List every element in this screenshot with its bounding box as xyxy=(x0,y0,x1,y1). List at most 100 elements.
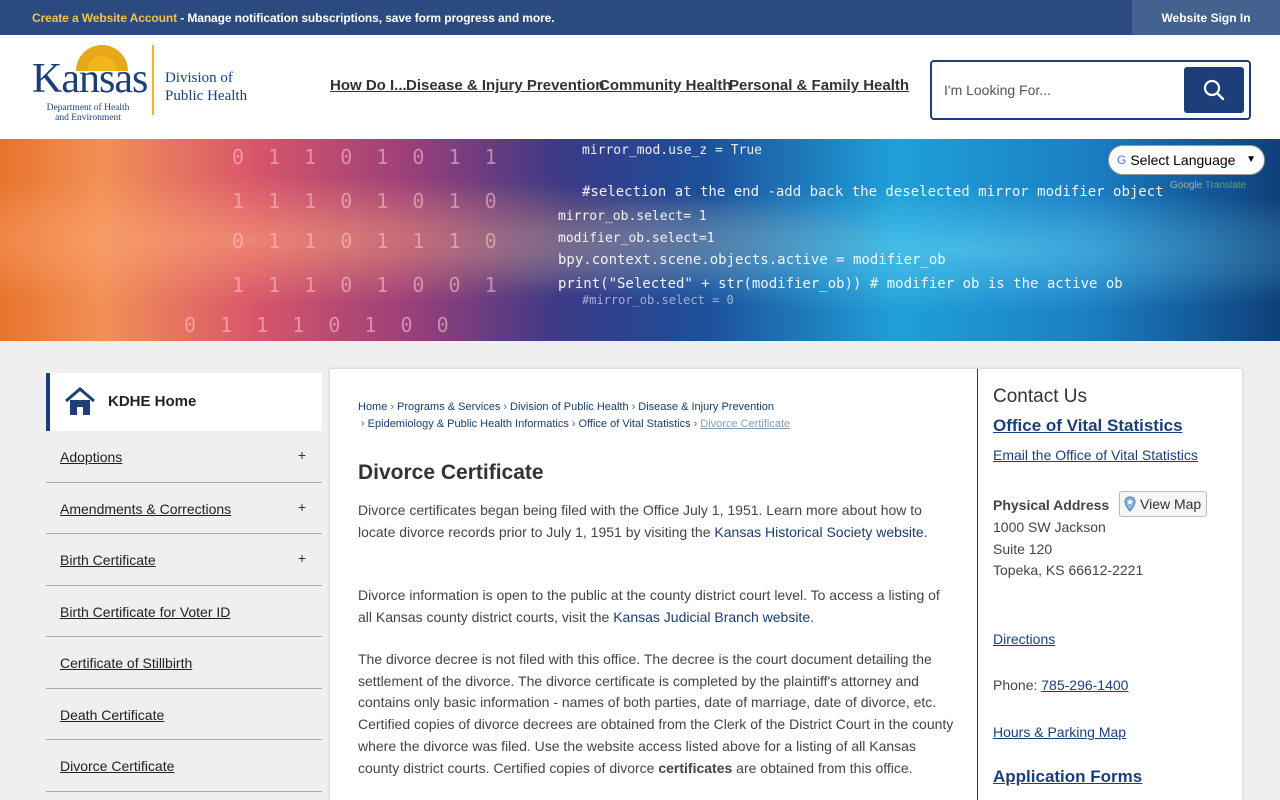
breadcrumb-home[interactable]: Home xyxy=(358,401,387,413)
breadcrumb-current: Divorce Certificate xyxy=(700,418,791,430)
paragraph-2-end: . xyxy=(810,608,814,625)
website-sign-in-button[interactable]: Website Sign In xyxy=(1132,0,1280,35)
physical-address-label: Physical Address xyxy=(993,497,1110,513)
sidebar-item-label: Birth Certificate for Voter ID xyxy=(60,603,231,620)
account-message-text: - Manage notification subscriptions, sav… xyxy=(176,11,555,25)
paragraph-3-end: are obtained from this office. xyxy=(732,759,913,776)
breadcrumb-disease[interactable]: Disease & Injury Prevention xyxy=(638,401,774,413)
search-button[interactable] xyxy=(1184,67,1244,113)
expand-icon[interactable]: + xyxy=(298,499,306,515)
create-account-link[interactable]: Create a Website Account xyxy=(32,11,177,25)
sidebar-item-label: Certificate of Stillbirth xyxy=(60,655,193,671)
banner-code-5: bpy.context.scene.objects.active = modif… xyxy=(558,252,946,268)
top-bar: Create a Website Account - Manage notifi… xyxy=(0,0,1280,35)
phone-row: Phone: 785-296-1400 xyxy=(993,677,1128,693)
banner-code-2: #selection at the end -add back the dese… xyxy=(582,184,1164,200)
banner-binary-5: 0 1 1 1 0 1 0 0 xyxy=(184,313,455,337)
breadcrumb-separator: › xyxy=(503,401,507,413)
banner-code-3: mirror_ob.select= 1 xyxy=(558,209,707,224)
house-icon xyxy=(65,387,95,415)
breadcrumb-division[interactable]: Division of Public Health xyxy=(510,401,629,413)
nav-how-do-i[interactable]: How Do I... xyxy=(330,77,407,94)
sidebar-item-birth-certificate-voter-id[interactable]: Birth Certificate for Voter ID xyxy=(46,586,322,637)
account-message: Create a Website Account - Manage notifi… xyxy=(32,11,555,25)
kansas-judicial-branch-link[interactable]: Kansas Judicial Branch website xyxy=(613,609,810,625)
google-label: Google xyxy=(1170,180,1203,191)
hero-banner: 0 1 1 0 1 0 1 1 1 1 1 0 1 0 1 0 0 1 1 0 … xyxy=(0,139,1280,341)
google-translate-icon: G xyxy=(1117,153,1127,167)
nav-community-label: Community Health xyxy=(599,77,732,94)
logo-dept-line2: and Environment xyxy=(55,113,121,123)
expand-icon[interactable]: + xyxy=(298,550,306,566)
kdhe-logo[interactable]: Kansas Department of Health and Environm… xyxy=(32,43,257,123)
expand-icon[interactable]: + xyxy=(298,447,306,463)
page-title: Divorce Certificate xyxy=(358,461,544,484)
paragraph-3-bold: certificates xyxy=(658,759,733,776)
banner-code-4: modifier_ob.select=1 xyxy=(558,231,715,246)
office-link[interactable]: Office of Vital Statistics xyxy=(993,416,1183,436)
sidebar-item-label: Birth Certificate xyxy=(60,552,156,568)
kansas-historical-society-link[interactable]: Kansas Historical Society website xyxy=(714,524,923,540)
nav-personal-label: Personal & Family Health xyxy=(729,77,910,94)
breadcrumb-separator: › xyxy=(390,401,395,413)
sidebar-item-adoptions[interactable]: Adoptions + xyxy=(46,431,322,483)
kdhe-home-link[interactable]: KDHE Home xyxy=(46,373,322,431)
site-search xyxy=(930,60,1251,120)
nav-disease-injury-prevention[interactable]: Disease & Injury Prevention xyxy=(406,77,604,94)
translate-link[interactable]: Translate xyxy=(1205,180,1246,191)
logo-divider xyxy=(152,45,154,115)
breadcrumb-separator: › xyxy=(693,418,698,430)
contact-sidebar: Contact Us Office of Vital Statistics Em… xyxy=(977,369,1242,800)
breadcrumb-vital-stats[interactable]: Office of Vital Statistics xyxy=(579,418,691,430)
logo-dept-line1: Department of Health xyxy=(46,103,130,113)
nav-community-health[interactable]: Community Health xyxy=(599,77,732,94)
breadcrumb-programs[interactable]: Programs & Services xyxy=(397,401,500,413)
application-forms-link[interactable]: Application Forms xyxy=(993,767,1142,787)
sidebar-item-death-certificate[interactable]: Death Certificate xyxy=(46,689,322,740)
powered-by-google: Google Translate xyxy=(1170,180,1246,191)
sidebar-item-stillbirth[interactable]: Certificate of Stillbirth xyxy=(46,637,322,689)
banner-code-7: #mirror_ob.select = 0 xyxy=(582,293,734,307)
phone-link[interactable]: 785-296-1400 xyxy=(1041,677,1128,693)
paragraph-3-text: The divorce decree is not filed with thi… xyxy=(358,651,954,776)
search-input[interactable] xyxy=(944,74,1174,106)
sidebar-item-label: Amendments & Corrections xyxy=(60,500,232,517)
select-language-dropdown[interactable]: G Select Language ▼ xyxy=(1108,145,1265,175)
view-map-label: View Map xyxy=(1140,496,1202,512)
phone-label: Phone: xyxy=(993,677,1042,693)
chevron-down-icon: ▼ xyxy=(1246,154,1256,165)
left-sidebar-nav: KDHE Home Adoptions + Amendments & Corre… xyxy=(46,373,322,792)
sidebar-item-label: Adoptions xyxy=(60,449,123,465)
banner-binary-2: 1 1 1 0 1 0 1 0 xyxy=(232,189,503,213)
paragraph-2: Divorce information is open to the publi… xyxy=(358,585,954,628)
nav-personal-family-health[interactable]: Personal & Family Health xyxy=(729,77,909,94)
sidebar-item-birth-certificate[interactable]: Birth Certificate + xyxy=(46,534,322,586)
email-office-link[interactable]: Email the Office of Vital Statistics xyxy=(993,447,1198,463)
banner-binary-3: 0 1 1 0 1 1 1 0 xyxy=(232,229,503,253)
sidebar-item-divorce-certificate[interactable]: Divorce Certificate xyxy=(46,740,322,792)
address-line-2: Suite 120 xyxy=(993,541,1053,557)
sidebar-item-label: Divorce Certificate xyxy=(60,758,175,774)
search-icon xyxy=(1203,79,1225,101)
banner-binary-1: 0 1 1 0 1 0 1 1 xyxy=(232,145,503,169)
view-map-button[interactable]: View Map xyxy=(1119,491,1207,517)
banner-binary-4: 1 1 1 0 1 0 0 1 xyxy=(232,273,503,297)
breadcrumb-separator: › xyxy=(361,418,365,430)
breadcrumb-separator: › xyxy=(631,401,636,413)
select-language-label: Select Language xyxy=(1130,152,1236,168)
sidebar-item-amendments[interactable]: Amendments & Corrections + xyxy=(46,483,322,534)
breadcrumb-separator: › xyxy=(571,418,576,430)
hours-parking-link[interactable]: Hours & Parking Map xyxy=(993,724,1126,740)
address-line-3: Topeka, KS 66612-2221 xyxy=(993,562,1144,578)
paragraph-3: The divorce decree is not filed with thi… xyxy=(358,649,954,779)
kdhe-home-label: KDHE Home xyxy=(108,393,197,410)
banner-code-6: print("Selected" + str(modifier_ob)) # m… xyxy=(558,276,1123,292)
logo-division-line1: Division of xyxy=(165,70,233,86)
breadcrumb-epidemiology[interactable]: Epidemiology & Public Health Informatics xyxy=(368,418,569,430)
address-line-1: 1000 SW Jackson xyxy=(993,519,1106,535)
contact-heading: Contact Us xyxy=(993,386,1087,407)
logo-division: Division of Public Health xyxy=(165,69,247,105)
sidebar-item-label: Death Certificate xyxy=(60,706,165,723)
banner-code-1: mirror_mod.use_z = True xyxy=(582,143,763,158)
directions-link[interactable]: Directions xyxy=(993,631,1055,647)
